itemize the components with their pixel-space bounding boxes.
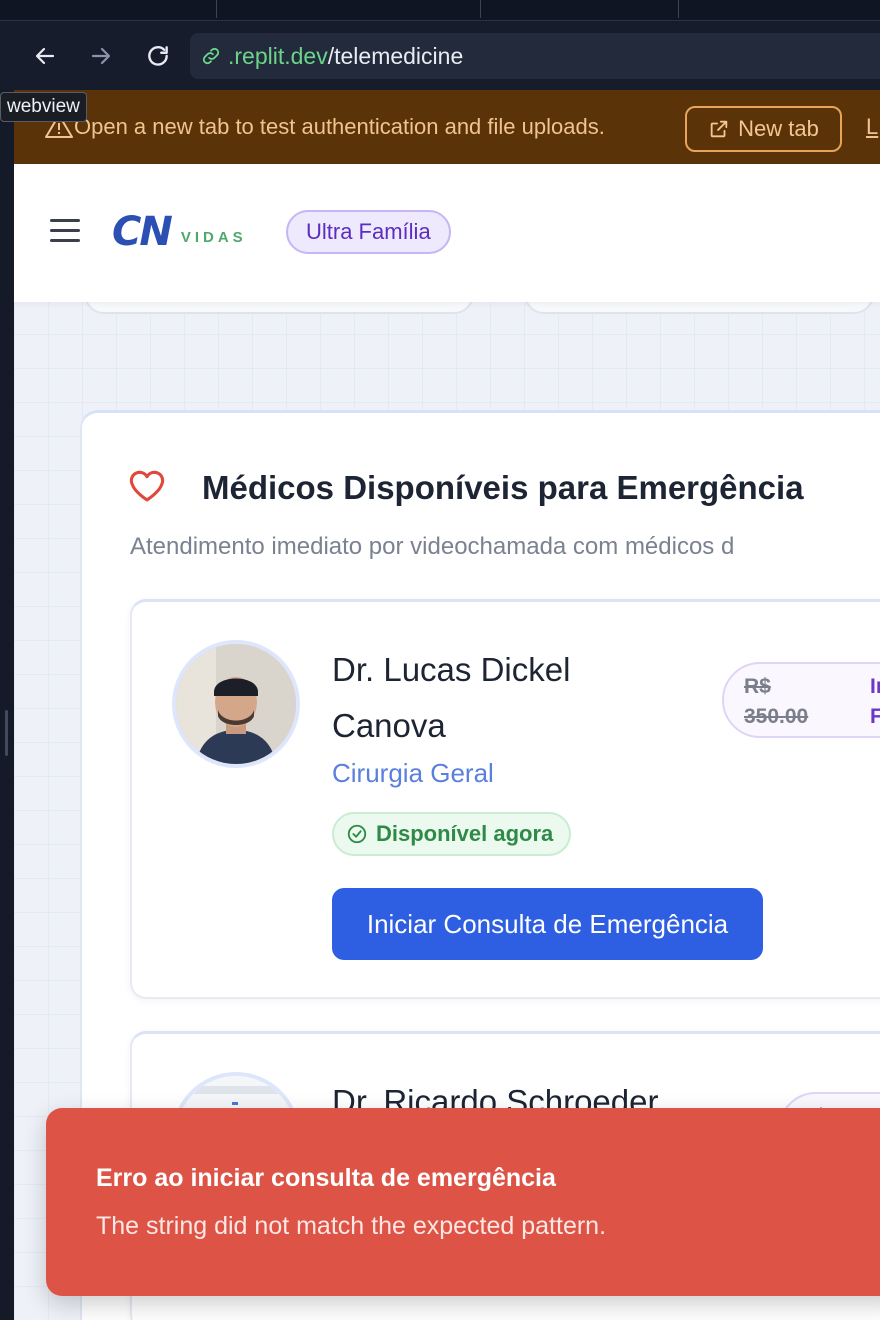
logo-mark: CN (112, 209, 173, 255)
menu-button[interactable] (50, 219, 82, 243)
doctor-specialty: Cirurgia Geral (332, 758, 494, 788)
url-path: /telemedicine (327, 42, 464, 69)
webview-warning-banner: Open a new tab to test authentication an… (14, 90, 880, 164)
url-text: .replit.dev/telemedicine (228, 43, 463, 70)
arrow-right-icon (91, 47, 111, 65)
toast-title: Erro ao iniciar consulta de emergência (96, 1164, 556, 1192)
brand-logo[interactable]: CN VIDAS (112, 212, 247, 252)
app-header: CN VIDAS Ultra Família (14, 164, 880, 302)
price-badge: R$ 350.00 In F (722, 662, 880, 738)
external-link-icon (710, 120, 728, 138)
address-bar[interactable]: .replit.dev/telemedicine (190, 33, 880, 79)
doctor-photo (176, 644, 296, 764)
toast-description: The string did not match the expected pa… (96, 1212, 607, 1240)
tab-divider (216, 0, 217, 18)
reload-icon (148, 46, 168, 66)
check-circle-icon (347, 824, 367, 844)
logo-word: VIDAS (180, 229, 247, 246)
side-panel-rail (0, 90, 14, 1320)
new-tab-button[interactable]: New tab (685, 106, 842, 152)
availability-badge: Disponível agora (332, 812, 572, 856)
doctor-avatar (172, 640, 300, 768)
section-title: Médicos Disponíveis para Emergência (202, 469, 804, 506)
availability-text: Disponível agora (376, 821, 554, 846)
original-price: R$ 350.00 (744, 675, 809, 728)
menu-bar (50, 229, 80, 232)
heart-icon (129, 470, 165, 502)
resize-handle[interactable] (5, 710, 8, 756)
menu-bar (50, 239, 80, 242)
tab-divider (678, 0, 679, 18)
forward-button[interactable] (84, 39, 118, 73)
error-toast[interactable]: Erro ao iniciar consulta de emergência T… (46, 1108, 880, 1296)
link-icon (202, 47, 220, 65)
reload-button[interactable] (141, 39, 175, 73)
plan-badge: Ultra Família (286, 210, 451, 254)
browser-tab-strip (0, 0, 880, 20)
start-emergency-consultation-button[interactable]: Iniciar Consulta de Emergência (332, 888, 763, 960)
new-tab-label: New tab (738, 116, 819, 141)
doctor-card: Dr. Lucas Dickel Canova Cirurgia Geral D… (130, 599, 880, 999)
url-host: .replit.dev (228, 42, 328, 69)
doctor-name: Dr. Lucas Dickel Canova (332, 651, 571, 744)
tab-divider (480, 0, 481, 18)
menu-bar (50, 219, 80, 222)
arrow-left-icon (35, 47, 55, 65)
section-subtitle: Atendimento imediato por videochamada co… (130, 533, 735, 560)
banner-link[interactable]: L (866, 114, 878, 140)
browser-toolbar: .replit.dev/telemedicine (0, 20, 880, 90)
webview-tooltip: webview (0, 92, 87, 122)
plan-price: In F (870, 675, 880, 728)
banner-message: Open a new tab to test authentication an… (74, 114, 605, 139)
back-button[interactable] (28, 39, 62, 73)
